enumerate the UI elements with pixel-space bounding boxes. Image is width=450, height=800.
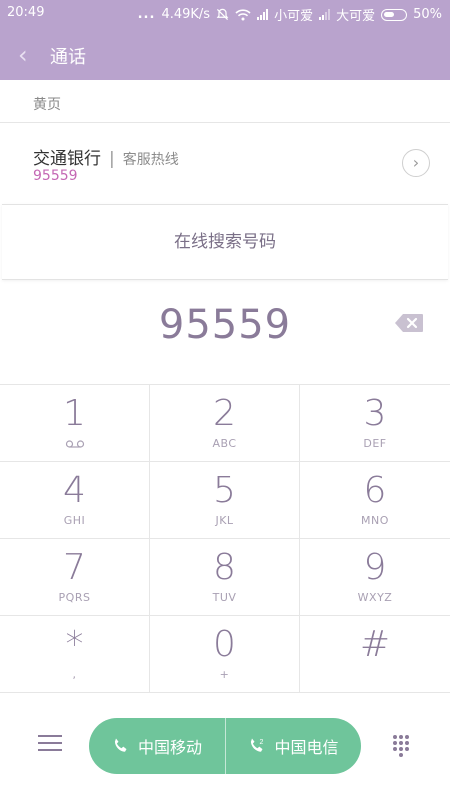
battery-level: 50% bbox=[413, 7, 442, 22]
dialpad-grid-icon[interactable] bbox=[389, 733, 413, 757]
call-sim1-button[interactable]: 中国移动 bbox=[89, 718, 225, 774]
page-title: 通话 bbox=[50, 47, 86, 68]
key-letters: JKL bbox=[215, 514, 234, 527]
key-letters: GHI bbox=[63, 514, 86, 527]
section-label-yellow-pages: 黄页 bbox=[33, 97, 61, 113]
status-right: ... 4.49K/s 小可爱 大可爱 50% bbox=[138, 5, 442, 24]
result-tag: 客服热线 bbox=[122, 152, 179, 168]
key-digit: 4 bbox=[63, 470, 86, 511]
key-letters: TUV bbox=[212, 591, 237, 604]
key-2[interactable]: 2 ABC bbox=[150, 385, 300, 462]
voicemail-icon bbox=[65, 440, 85, 448]
yellow-page-result[interactable]: 交通银行 | 客服热线 95559 › bbox=[0, 124, 450, 202]
key-digit: # bbox=[359, 624, 391, 665]
key-8[interactable]: 8 TUV bbox=[150, 539, 300, 616]
key-digit: 6 bbox=[363, 470, 387, 511]
app-header: ‹ 通话 bbox=[0, 30, 450, 80]
key-digit: 0 bbox=[213, 624, 236, 665]
key-digit: 2 bbox=[213, 393, 236, 434]
key-4[interactable]: 4 GHI bbox=[0, 462, 150, 539]
key-digit: 9 bbox=[363, 547, 387, 588]
search-online-button[interactable]: 在线搜索号码 bbox=[2, 204, 448, 280]
carrier2: 大可爱 bbox=[336, 9, 376, 24]
key-digit: * bbox=[65, 624, 84, 665]
key-hash[interactable]: # bbox=[300, 616, 450, 693]
notification-dots: ... bbox=[137, 7, 156, 22]
phone-sim1-icon bbox=[114, 738, 127, 752]
key-letters: MNO bbox=[361, 514, 389, 527]
chevron-right-icon[interactable]: › bbox=[402, 149, 430, 177]
key-digit: 3 bbox=[363, 393, 387, 434]
mute-icon bbox=[216, 8, 229, 21]
battery-icon bbox=[381, 8, 408, 21]
key-letters: , bbox=[72, 668, 77, 681]
top-bar: 20:49 ... 4.49K/s 小可爱 大可爱 50% ‹ 通话 bbox=[0, 0, 450, 80]
result-separator: | bbox=[109, 149, 115, 169]
divider bbox=[0, 122, 450, 123]
back-icon[interactable]: ‹ bbox=[18, 41, 28, 69]
key-0[interactable]: 0 + bbox=[150, 616, 300, 693]
result-title: 交通银行 | 客服热线 bbox=[33, 144, 179, 169]
status-bar: 20:49 ... 4.49K/s 小可爱 大可爱 50% bbox=[0, 0, 450, 28]
result-name: 交通银行 bbox=[33, 149, 101, 169]
result-number: 95559 bbox=[33, 168, 78, 184]
wifi-icon bbox=[235, 8, 251, 20]
number-display: 95559 bbox=[0, 284, 450, 384]
backspace-icon[interactable] bbox=[394, 313, 424, 333]
call-sim2-label: 中国电信 bbox=[274, 738, 339, 757]
dialed-number: 95559 bbox=[158, 302, 292, 348]
key-6[interactable]: 6 MNO bbox=[300, 462, 450, 539]
key-7[interactable]: 7 PQRS bbox=[0, 539, 150, 616]
call-buttons: 中国移动 2 中国电信 bbox=[89, 718, 361, 774]
key-digit: 7 bbox=[63, 547, 86, 588]
signal-icon-sim1 bbox=[257, 9, 269, 20]
key-digit: 1 bbox=[63, 393, 86, 434]
key-letters: DEF bbox=[363, 437, 387, 450]
key-digit: 5 bbox=[213, 470, 236, 511]
signal-icon-sim2 bbox=[319, 9, 331, 20]
net-speed: 4.49K/s bbox=[161, 7, 211, 22]
key-9[interactable]: 9 WXYZ bbox=[300, 539, 450, 616]
key-letters: ABC bbox=[212, 437, 237, 450]
call-sim1-label: 中国移动 bbox=[137, 738, 202, 757]
menu-icon[interactable] bbox=[38, 735, 62, 755]
key-letters: + bbox=[219, 668, 230, 681]
key-letters: PQRS bbox=[58, 591, 91, 604]
key-digit: 8 bbox=[213, 547, 236, 588]
dialpad: 1 2 ABC 3 DEF 4 GHI 5 JKL 6 MNO 7 PQRS 8… bbox=[0, 384, 450, 694]
key-5[interactable]: 5 JKL bbox=[150, 462, 300, 539]
call-sim2-button[interactable]: 2 中国电信 bbox=[225, 718, 361, 774]
status-time: 20:49 bbox=[7, 5, 45, 20]
phone-sim2-icon: 2 bbox=[251, 738, 264, 752]
key-letters: WXYZ bbox=[357, 591, 393, 604]
key-star[interactable]: * , bbox=[0, 616, 150, 693]
key-3[interactable]: 3 DEF bbox=[300, 385, 450, 462]
svg-text:2: 2 bbox=[260, 739, 264, 746]
carrier1: 小可爱 bbox=[274, 9, 314, 24]
key-1[interactable]: 1 bbox=[0, 385, 150, 462]
